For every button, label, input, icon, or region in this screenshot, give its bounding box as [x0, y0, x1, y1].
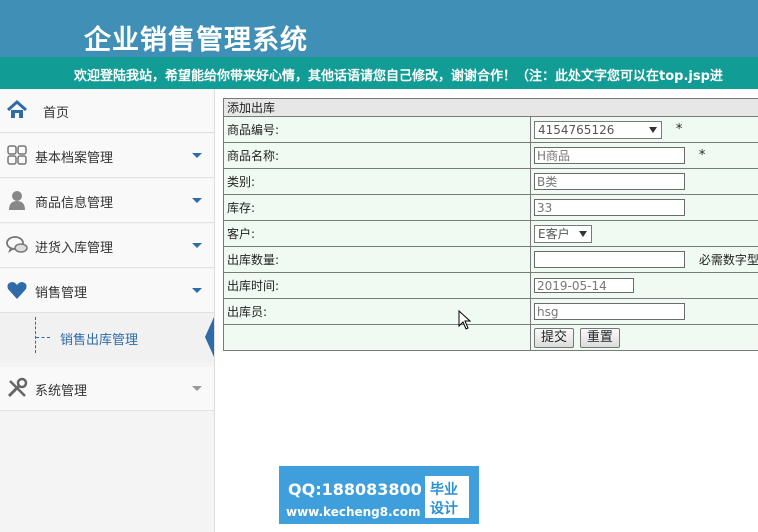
form-row: 出库数量: 必需数字型: [223, 246, 758, 273]
sidebar-item-purchase-stock[interactable]: 进货入库管理: [0, 224, 214, 268]
app-header: 企业销售管理系统: [0, 0, 758, 57]
sidebar-item-label: 商品信息管理: [35, 196, 114, 211]
heart-icon: [7, 282, 27, 299]
form-row: 客户: E客户: [223, 220, 758, 247]
submit-button[interactable]: 提交: [534, 327, 575, 348]
active-indicator: [205, 317, 214, 357]
outbound-date-field[interactable]: 2019-05-14: [534, 278, 634, 293]
chevron-down-icon: [649, 126, 657, 133]
badge-line2: 设计: [430, 501, 458, 517]
field-label: 商品编号:: [223, 116, 531, 143]
app-title: 企业销售管理系统: [84, 25, 308, 56]
field-label: 库存:: [223, 194, 531, 221]
sidebar-item-product-info[interactable]: 商品信息管理: [0, 179, 214, 223]
add-outbound-form: 添加出库 商品编号: 4154765126 * 商品名称: H商品 * 类别: …: [223, 98, 758, 351]
operator-field[interactable]: hsg: [534, 303, 685, 320]
customer-select[interactable]: E客户: [534, 224, 592, 243]
chevron-down-icon: [192, 288, 202, 293]
marquee-text: 欢迎登陆我站，希望能给你带来好心情，其他话语请您自己修改，谢谢合作！（注：此处文…: [74, 69, 723, 84]
chevron-down-icon: [192, 198, 202, 203]
user-icon: [9, 191, 25, 210]
field-label: 出库员:: [223, 298, 531, 325]
field-label: 客户:: [223, 220, 531, 247]
reset-button[interactable]: 重置: [579, 327, 620, 348]
form-caption: 添加出库: [223, 98, 758, 117]
grid-icon: [7, 145, 27, 165]
form-row: 库存: 33: [223, 194, 758, 221]
form-row: 商品名称: H商品 *: [223, 142, 758, 169]
chevron-down-icon: [192, 386, 202, 391]
form-row: 出库员: hsg: [223, 298, 758, 325]
field-label: 出库时间:: [223, 272, 531, 299]
sidebar-item-label: 系统管理: [35, 384, 88, 399]
sidebar-subitem-label: 销售出库管理: [60, 333, 139, 348]
sidebar-subitem-sales-outbound[interactable]: 销售出库管理: [0, 313, 214, 362]
product-name-field[interactable]: H商品: [534, 147, 685, 164]
category-field[interactable]: B类: [534, 173, 685, 190]
stock-field[interactable]: 33: [534, 199, 685, 216]
sidebar-item-label: 销售管理: [35, 286, 88, 301]
watermark-banner: QQ:188083800 www.kecheng8.com 毕业 设计: [279, 466, 479, 524]
product-code-value: 4154765126: [538, 122, 615, 137]
chevron-down-icon: [579, 230, 587, 237]
sidebar: 首页 基本档案管理 商品信息管理 进货入库管理 销售管理 销售出库管理 系统管理: [0, 89, 215, 532]
field-label: 出库数量:: [223, 246, 531, 273]
form-actions-row: 提交 重置: [223, 324, 758, 351]
quantity-hint: 必需数字型: [698, 253, 758, 267]
field-label: 类别:: [223, 168, 531, 195]
required-mark: *: [675, 122, 683, 137]
sidebar-item-label: 首页: [43, 106, 70, 121]
watermark-badge: 毕业 设计: [425, 476, 469, 518]
badge-line1: 毕业: [430, 482, 458, 498]
form-row: 商品编号: 4154765126 *: [223, 116, 758, 143]
required-mark: *: [698, 148, 706, 163]
tree-connector: [35, 317, 50, 353]
chevron-down-icon: [192, 153, 202, 158]
sidebar-item-sales[interactable]: 销售管理: [0, 269, 214, 313]
sidebar-item-basic-records[interactable]: 基本档案管理: [0, 134, 214, 178]
watermark-site: www.kecheng8.com: [286, 505, 421, 519]
welcome-marquee: 欢迎登陆我站，希望能给你带来好心情，其他话语请您自己修改，谢谢合作！（注：此处文…: [0, 57, 758, 89]
product-code-select[interactable]: 4154765126: [534, 120, 662, 139]
home-icon: [7, 99, 27, 118]
form-caption-row: 添加出库: [223, 98, 758, 117]
field-label: 商品名称:: [223, 142, 531, 169]
sidebar-item-home[interactable]: 首页: [0, 89, 214, 133]
sidebar-item-label: 进货入库管理: [35, 241, 114, 256]
mouse-cursor-icon: [458, 310, 472, 330]
sidebar-item-label: 基本档案管理: [35, 151, 114, 166]
customer-value: E客户: [538, 226, 570, 241]
chat-icon: [6, 236, 28, 253]
watermark-qq: QQ:188083800: [288, 480, 422, 499]
sidebar-item-system[interactable]: 系统管理: [0, 367, 214, 411]
quantity-field[interactable]: [534, 251, 685, 268]
form-row: 出库时间: 2019-05-14: [223, 272, 758, 299]
chevron-down-icon: [192, 243, 202, 248]
form-row: 类别: B类: [223, 168, 758, 195]
tools-icon: [7, 377, 28, 398]
empty-cell: [223, 324, 531, 351]
